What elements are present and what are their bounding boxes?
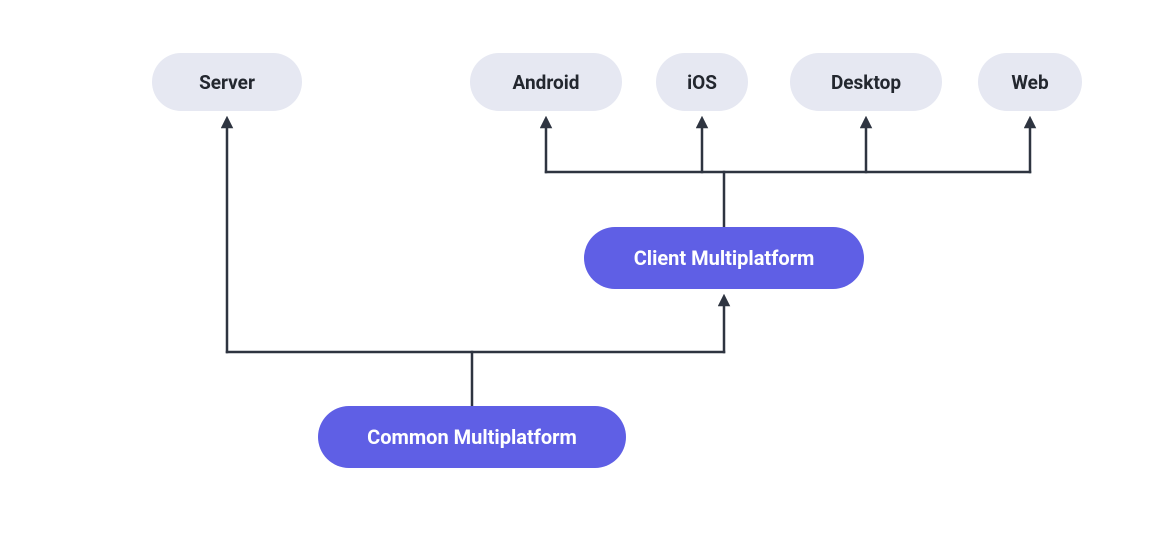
node-desktop: Desktop: [790, 53, 942, 111]
node-android: Android: [470, 53, 622, 111]
node-client-multiplatform: Client Multiplatform: [584, 227, 864, 289]
node-common-multiplatform: Common Multiplatform: [318, 406, 626, 468]
diagram-stage: Server Android iOS Desktop Web Client Mu…: [0, 0, 1170, 554]
node-ios: iOS: [656, 53, 748, 111]
node-server: Server: [152, 53, 302, 111]
node-web: Web: [978, 53, 1082, 111]
